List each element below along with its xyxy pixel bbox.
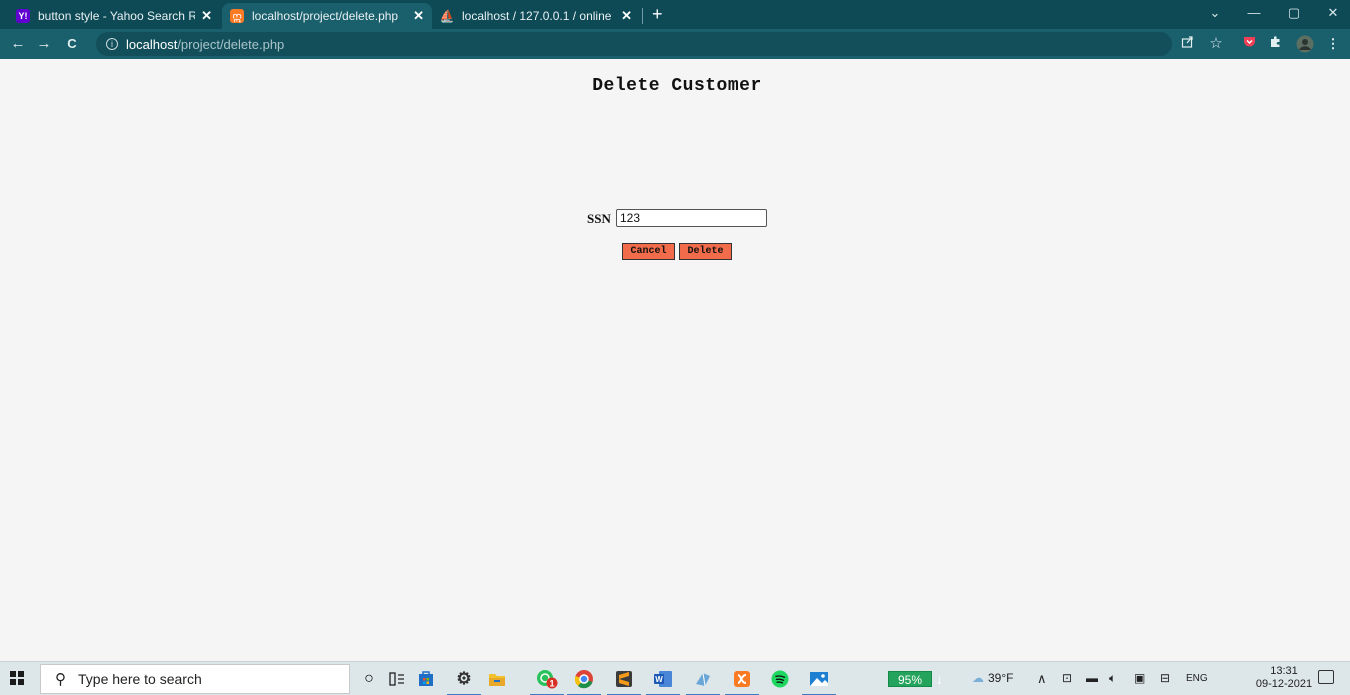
new-tab-button[interactable]: + <box>652 4 663 24</box>
network-icon[interactable]: ⊡ <box>1062 671 1072 685</box>
ssn-label: SSN <box>587 211 611 226</box>
delete-button[interactable]: Delete <box>679 243 732 260</box>
taskbar-search[interactable]: ⚲ Type here to search <box>40 664 350 694</box>
mysql-workbench-icon[interactable] <box>686 666 720 695</box>
tab-title: localhost / 127.0.0.1 / online ban <box>462 9 615 23</box>
close-tab-icon[interactable]: ✕ <box>621 8 632 24</box>
profile-icon[interactable] <box>1296 35 1314 53</box>
windows-taskbar: ⚲ Type here to search ○ ⚙ 1 W 95% ↓ ☁ 39… <box>0 661 1350 695</box>
photos-icon[interactable] <box>802 666 836 695</box>
word-icon[interactable]: W <box>646 666 680 695</box>
cancel-button[interactable]: Cancel <box>622 243 675 260</box>
share-icon[interactable] <box>1178 35 1196 53</box>
minimize-button[interactable]: — <box>1239 2 1269 26</box>
tab-separator <box>642 8 643 24</box>
close-tab-icon[interactable]: ✕ <box>201 8 212 24</box>
spotify-icon[interactable] <box>767 666 793 692</box>
windows-start-icon[interactable] <box>10 671 24 685</box>
chrome-icon[interactable] <box>567 666 601 695</box>
microsoft-store-icon[interactable] <box>413 666 439 692</box>
back-button[interactable]: ← <box>8 34 28 54</box>
address-path: /project/delete.php <box>177 36 285 52</box>
extensions-icon[interactable] <box>1266 35 1284 53</box>
site-info-icon[interactable]: i <box>106 38 118 50</box>
search-icon: ⚲ <box>55 671 66 688</box>
battery-plug-icon: ↓ <box>936 671 943 687</box>
yahoo-icon: Y! <box>16 9 30 23</box>
forward-button[interactable]: → <box>34 34 54 54</box>
browser-toolbar: ← → C i localhost /project/delete.php ☆ … <box>0 29 1350 59</box>
input-panel-icon[interactable]: ⊟ <box>1160 671 1170 685</box>
phpmyadmin-icon: ⛵ <box>439 9 455 23</box>
tab-phpmyadmin[interactable]: ⛵ localhost / 127.0.0.1 / online ban ✕ <box>432 3 640 29</box>
close-window-button[interactable]: ✕ <box>1318 2 1348 26</box>
whatsapp-badge: 1 <box>549 679 554 689</box>
clock-date: 09-12-2021 <box>1255 678 1313 690</box>
system-clock[interactable]: 13:31 09-12-2021 <box>1254 665 1314 691</box>
weather-temperature[interactable]: 39°F <box>988 671 1013 685</box>
close-tab-icon[interactable]: ✕ <box>413 8 424 24</box>
page-title: Delete Customer <box>592 76 762 96</box>
volume-icon[interactable]: 🔈︎ <box>1109 671 1116 686</box>
pocket-icon[interactable] <box>1240 35 1258 53</box>
ssn-input[interactable] <box>616 209 767 227</box>
tab-search-chevron-icon[interactable]: ⌄ <box>1200 2 1230 26</box>
battery-icon[interactable]: ▬ <box>1086 671 1098 685</box>
tab-yahoo-search[interactable]: Y! button style - Yahoo Search Resu ✕ <box>8 3 220 29</box>
whatsapp-icon[interactable]: 1 <box>530 666 564 695</box>
settings-gear-icon[interactable]: ⚙ <box>447 666 481 695</box>
weather-cloud-icon: ☁ <box>972 671 984 685</box>
battery-percent-badge[interactable]: 95% <box>888 671 932 687</box>
star-icon[interactable]: ☆ <box>1207 35 1225 53</box>
browser-tab-strip: Y! button style - Yahoo Search Resu ✕ ဣ … <box>0 0 1350 29</box>
file-explorer-icon[interactable] <box>484 666 510 692</box>
task-view-icon[interactable] <box>384 666 410 692</box>
menu-icon[interactable]: ⋮ <box>1324 35 1342 53</box>
onscreen-keyboard-icon[interactable]: ▣ <box>1134 671 1145 685</box>
restore-button[interactable]: ▢ <box>1279 2 1309 26</box>
sublime-text-icon[interactable] <box>607 666 641 695</box>
cortana-icon[interactable]: ○ <box>356 666 382 692</box>
address-bar[interactable]: i localhost /project/delete.php <box>96 32 1172 56</box>
search-placeholder: Type here to search <box>78 671 202 687</box>
notification-center-icon[interactable] <box>1318 670 1334 684</box>
address-host: localhost <box>126 36 178 52</box>
tab-delete-php[interactable]: ဣ localhost/project/delete.php ✕ <box>222 3 432 29</box>
tab-title: localhost/project/delete.php <box>252 9 399 23</box>
page-content: Delete Customer SSN Cancel Delete <box>0 59 1350 661</box>
xampp-icon: ဣ <box>230 9 244 23</box>
language-indicator[interactable]: ENG <box>1186 673 1208 684</box>
svg-text:W: W <box>655 675 663 684</box>
tab-title: button style - Yahoo Search Resu <box>38 9 196 23</box>
clock-time: 13:31 <box>1270 665 1298 677</box>
xampp-icon[interactable] <box>725 666 759 695</box>
reload-button[interactable]: C <box>62 34 82 54</box>
chevron-up-icon[interactable]: ∧ <box>1037 671 1047 687</box>
